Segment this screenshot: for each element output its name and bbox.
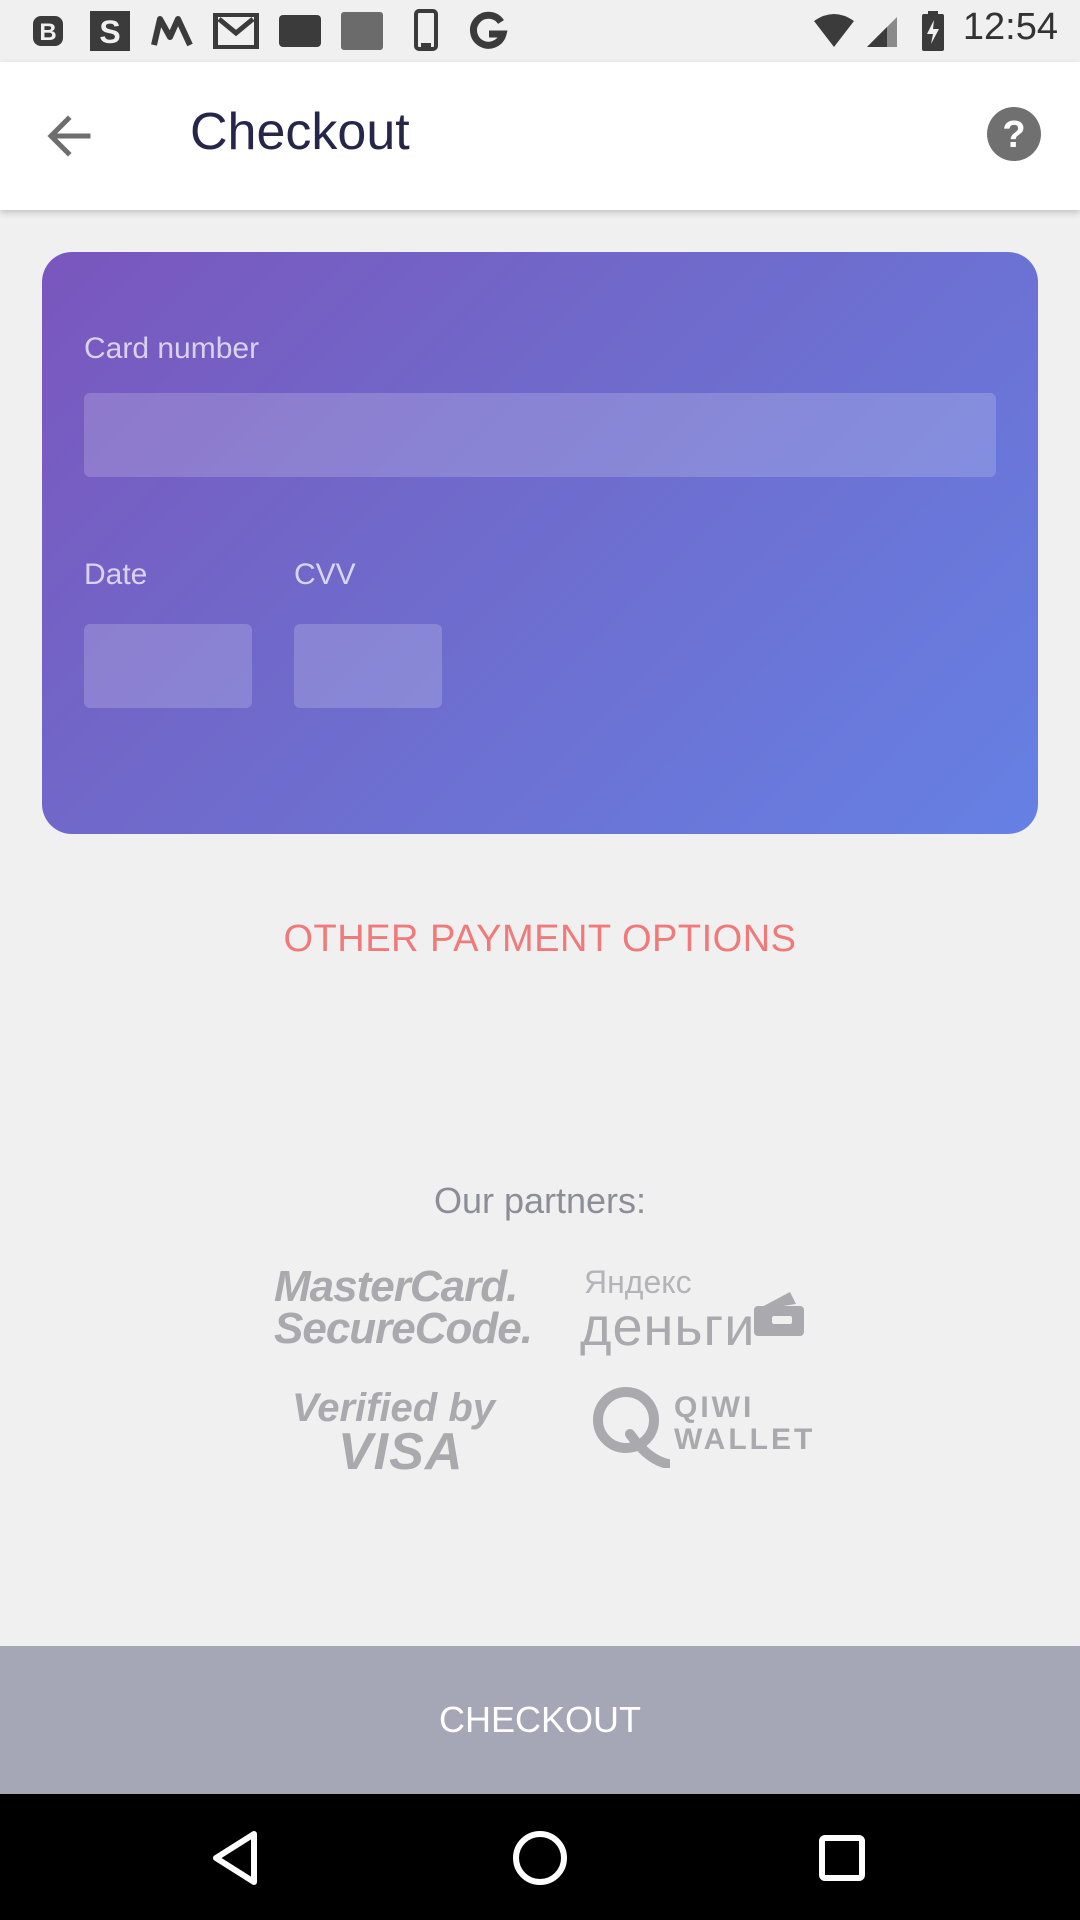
svg-text:S: S	[99, 14, 120, 50]
cvv-input[interactable]	[294, 624, 442, 708]
verified-by-visa-line2: VISA	[338, 1423, 464, 1481]
date-label: Date	[84, 558, 148, 591]
checkout-button[interactable]: CHECKOUT	[0, 1646, 1080, 1794]
svg-text:?: ?	[1002, 114, 1025, 156]
wifi-icon	[812, 10, 856, 52]
ebay-icon	[340, 10, 384, 52]
card-number-input[interactable]	[84, 393, 996, 477]
page-title: Checkout	[190, 103, 410, 161]
phone-icon	[412, 9, 440, 52]
help-circle-icon[interactable]: ?	[986, 106, 1042, 162]
nav-back-icon[interactable]	[204, 1826, 268, 1890]
other-payment-options-link[interactable]: OTHER PAYMENT OPTIONS	[0, 918, 1080, 961]
yandex-logo-line2: деньги	[580, 1297, 756, 1357]
qiwi-logo-line2: WALLET	[674, 1423, 816, 1456]
cvv-label: CVV	[294, 558, 356, 591]
date-input[interactable]	[84, 624, 252, 708]
mastercard-logo-line2: SecureCode.	[274, 1304, 533, 1353]
app-bar: Checkout ?	[0, 62, 1080, 210]
nav-recents-icon[interactable]	[810, 1826, 874, 1890]
google-icon	[466, 10, 510, 52]
ge-app-icon	[278, 10, 322, 52]
qiwi-logo-icon	[590, 1384, 673, 1473]
b-app-icon: B	[30, 10, 66, 52]
m-app-icon	[150, 10, 194, 52]
s-app-icon: S	[88, 10, 132, 52]
qiwi-logo-line1: QIWI	[674, 1391, 755, 1424]
card-form: Card number Date CVV	[42, 252, 1038, 834]
battery-charging-icon	[920, 10, 946, 52]
signal-icon	[864, 10, 900, 52]
card-number-label: Card number	[84, 332, 260, 365]
partners-title: Our partners:	[433, 1180, 647, 1221]
status-bar: B S 12:54	[0, 0, 1080, 62]
navigation-bar	[0, 1794, 1080, 1920]
nav-home-icon[interactable]	[508, 1826, 572, 1890]
arrow-back-icon[interactable]	[40, 106, 100, 166]
svg-text:B: B	[39, 19, 56, 46]
status-time: 12:54	[962, 6, 1058, 48]
gmail-icon	[212, 10, 260, 52]
yandex-wallet-icon	[752, 1288, 806, 1343]
